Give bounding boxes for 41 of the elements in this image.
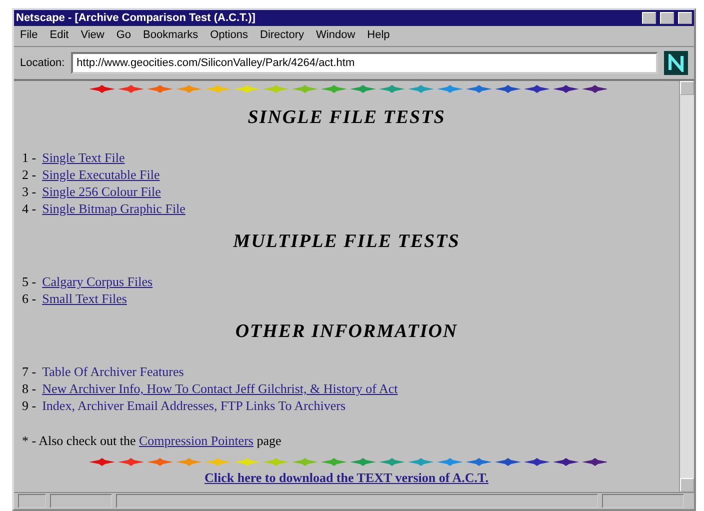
menu-item[interactable]: File bbox=[20, 29, 38, 43]
menu-item[interactable]: Window bbox=[316, 29, 356, 43]
item-number: 5 - bbox=[22, 273, 36, 290]
page-link[interactable]: New Archiver Info, How To Contact Jeff Gilchrist, & History of Act bbox=[42, 380, 398, 397]
item-number: 9 - bbox=[22, 397, 36, 414]
minimize-button[interactable] bbox=[642, 12, 656, 24]
item-number: 7 - bbox=[22, 363, 36, 380]
section-heading: OTHER INFORMATION bbox=[234, 321, 459, 343]
item-number: 8 - bbox=[22, 380, 36, 397]
location-label: Location: bbox=[20, 57, 65, 69]
page-link[interactable]: Calgary Corpus Files bbox=[42, 273, 153, 290]
menu-item[interactable]: Help bbox=[367, 29, 390, 43]
download-link[interactable]: Click here to download the TEXT version of A.C.T. bbox=[204, 470, 488, 486]
n-logo-icon bbox=[664, 51, 688, 75]
menu-item[interactable]: View bbox=[80, 29, 104, 43]
scrollbar[interactable] bbox=[679, 81, 694, 492]
section-heading: MULTIPLE FILE TESTS bbox=[232, 231, 461, 253]
maximize-button[interactable] bbox=[660, 12, 674, 24]
page-link[interactable]: Table Of Archiver Features bbox=[42, 363, 184, 380]
menu-item[interactable]: Edit bbox=[50, 29, 69, 43]
item-number: 2 - bbox=[22, 166, 36, 183]
menu-item[interactable]: Go bbox=[116, 29, 132, 43]
page-link[interactable]: Compression Pointers bbox=[138, 433, 254, 448]
note-text: * - Also check out the Compression Pointers page bbox=[22, 432, 282, 449]
section-heading: SINGLE FILE TESTS bbox=[246, 107, 446, 129]
close-button[interactable] bbox=[678, 12, 692, 24]
page-link[interactable]: Single Text File bbox=[42, 149, 125, 166]
window-title: Netscape - [Archive Comparison Test (A.C.T.)] bbox=[16, 12, 256, 24]
item-number: 3 - bbox=[22, 183, 36, 200]
location-field[interactable]: http://www.geocities.com/SiliconValley/Park/4264/act.htm bbox=[70, 52, 658, 74]
page-link[interactable]: Small Text Files bbox=[42, 290, 127, 307]
page-link[interactable]: Single 256 Colour File bbox=[42, 183, 161, 200]
item-number: 4 - bbox=[22, 200, 36, 217]
item-number: 1 - bbox=[22, 149, 36, 166]
item-number: 6 - bbox=[22, 290, 36, 307]
menu-item[interactable]: Directory bbox=[260, 29, 304, 43]
menu-item[interactable]: Bookmarks bbox=[143, 29, 198, 43]
page-link[interactable]: Single Executable File bbox=[42, 166, 160, 183]
menu-item[interactable]: Options bbox=[210, 29, 248, 43]
page-link[interactable]: Single Bitmap Graphic File bbox=[42, 200, 186, 217]
page-link[interactable]: Index, Archiver Email Addresses, FTP Links To Archivers bbox=[42, 397, 346, 414]
